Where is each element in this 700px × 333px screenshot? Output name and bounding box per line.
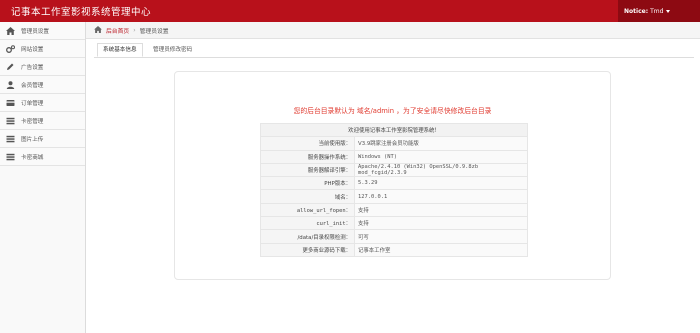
table-row: 服务器操作系统： Windows (NT) [260,149,528,164]
row-value: V3.9跳家注册会员功能版 [354,136,528,151]
row-key: curl_init： [260,216,355,231]
row-value: 可写 [354,229,528,244]
sidebar: 管理员设置 网站设置 广告设置 会员管理 订单管理 卡密管理 图片上传 卡密商城 [0,22,86,333]
home-icon [6,26,15,35]
row-key: 域名： [260,189,355,204]
row-key: allow_url_fopen： [260,202,355,218]
gears-icon [6,44,15,53]
sidebar-item-member-management[interactable]: 会员管理 [0,76,85,94]
breadcrumb-separator: › [133,26,136,34]
breadcrumb-current: 管理员设置 [139,28,169,35]
list-icon [6,116,15,125]
row-key: /data/目录权限检测： [260,229,355,244]
notice-label: Notice: [624,7,649,15]
sidebar-item-label: 会员管理 [21,82,44,89]
sidebar-item-site-settings[interactable]: 网站设置 [0,40,85,58]
table-row: allow_url_fopen： 支持 [260,202,528,218]
credit-card-icon [6,98,15,107]
sidebar-item-label: 卡密管理 [21,118,44,125]
sidebar-item-order-management[interactable]: 订单管理 [0,94,85,112]
table-row: 服务器解译引擎： Apache/2.4.10 (Win32) OpenSSL/0… [260,162,528,178]
system-info-table: 欢迎使用记事本工作室影院管理系统！ 当前使用版： V3.9跳家注册会员功能版 服… [260,122,528,257]
row-key: PHP版本： [260,176,355,191]
tab-system-info[interactable]: 系统基本信息 [97,43,143,57]
row-value: 5.3.29 [354,176,528,191]
sidebar-item-label: 管理员设置 [21,28,49,35]
table-row: PHP版本： 5.3.29 [260,176,528,191]
row-key: 服务器解译引擎： [260,162,355,178]
row-value: 支持 [354,202,528,218]
sidebar-item-label: 广告设置 [21,64,44,71]
sidebar-item-image-upload[interactable]: 图片上传 [0,130,85,148]
tab-change-password[interactable]: 管理员修改密码 [148,43,197,57]
pencil-icon [6,62,15,71]
main-content: 后台首页 › 管理员设置 系统基本信息 管理员修改密码 您的后台目录默认为 域名… [86,22,700,333]
table-row: curl_init： 支持 [260,216,528,231]
row-value: Apache/2.4.10 (Win32) OpenSSL/0.9.8zb mo… [354,162,528,178]
sidebar-item-card-management[interactable]: 卡密管理 [0,112,85,130]
system-info-panel: 您的后台目录默认为 域名/admin ，为了安全请尽快修改后台目录 欢迎使用记事… [174,71,611,280]
list-icon [6,152,15,161]
table-row: 更多商业源码下载： 记事本工作室 [260,242,528,257]
sidebar-item-ad-settings[interactable]: 广告设置 [0,58,85,76]
row-value: Windows (NT) [354,149,528,164]
row-key: 当前使用版： [260,136,355,151]
sidebar-item-card-shop[interactable]: 卡密商城 [0,148,85,166]
table-row: 域名： 127.0.0.1 [260,189,528,204]
sidebar-item-label: 图片上传 [21,136,44,143]
table-row: /data/目录权限检测： 可写 [260,229,528,244]
sidebar-item-label: 网站设置 [21,46,44,53]
source-download-link[interactable]: 记事本工作室 [354,242,528,257]
sidebar-item-admin-settings[interactable]: 管理员设置 [0,22,85,40]
table-header: 欢迎使用记事本工作室影院管理系统！ [260,122,528,138]
table-row: 当前使用版： V3.9跳家注册会员功能版 [260,136,528,151]
sidebar-item-label: 卡密商城 [21,154,44,161]
app-title: 记事本工作室影视系统管理中心 [11,7,152,18]
row-key: 服务器操作系统： [260,149,355,164]
list-icon [6,134,15,143]
top-header: 记事本工作室影视系统管理中心 Notice: Tmd [0,0,700,22]
row-key: 更多商业源码下载： [260,242,355,257]
row-value: 127.0.0.1 [354,189,528,204]
security-warning: 您的后台目录默认为 域名/admin ，为了安全请尽快修改后台目录 [293,107,492,115]
breadcrumb: 后台首页 › 管理员设置 [86,22,700,39]
table-header-row: 欢迎使用记事本工作室影院管理系统！ [260,122,528,138]
notice-username: Tmd [650,7,664,15]
notice-dropdown[interactable]: Notice: Tmd [618,0,700,22]
row-value: 支持 [354,216,528,231]
home-icon [94,25,102,35]
caret-down-icon [666,9,671,13]
breadcrumb-home-link[interactable]: 后台首页 [106,26,129,35]
sidebar-item-label: 订单管理 [21,100,44,107]
tab-bar: 系统基本信息 管理员修改密码 [94,43,694,58]
user-icon [6,80,15,89]
